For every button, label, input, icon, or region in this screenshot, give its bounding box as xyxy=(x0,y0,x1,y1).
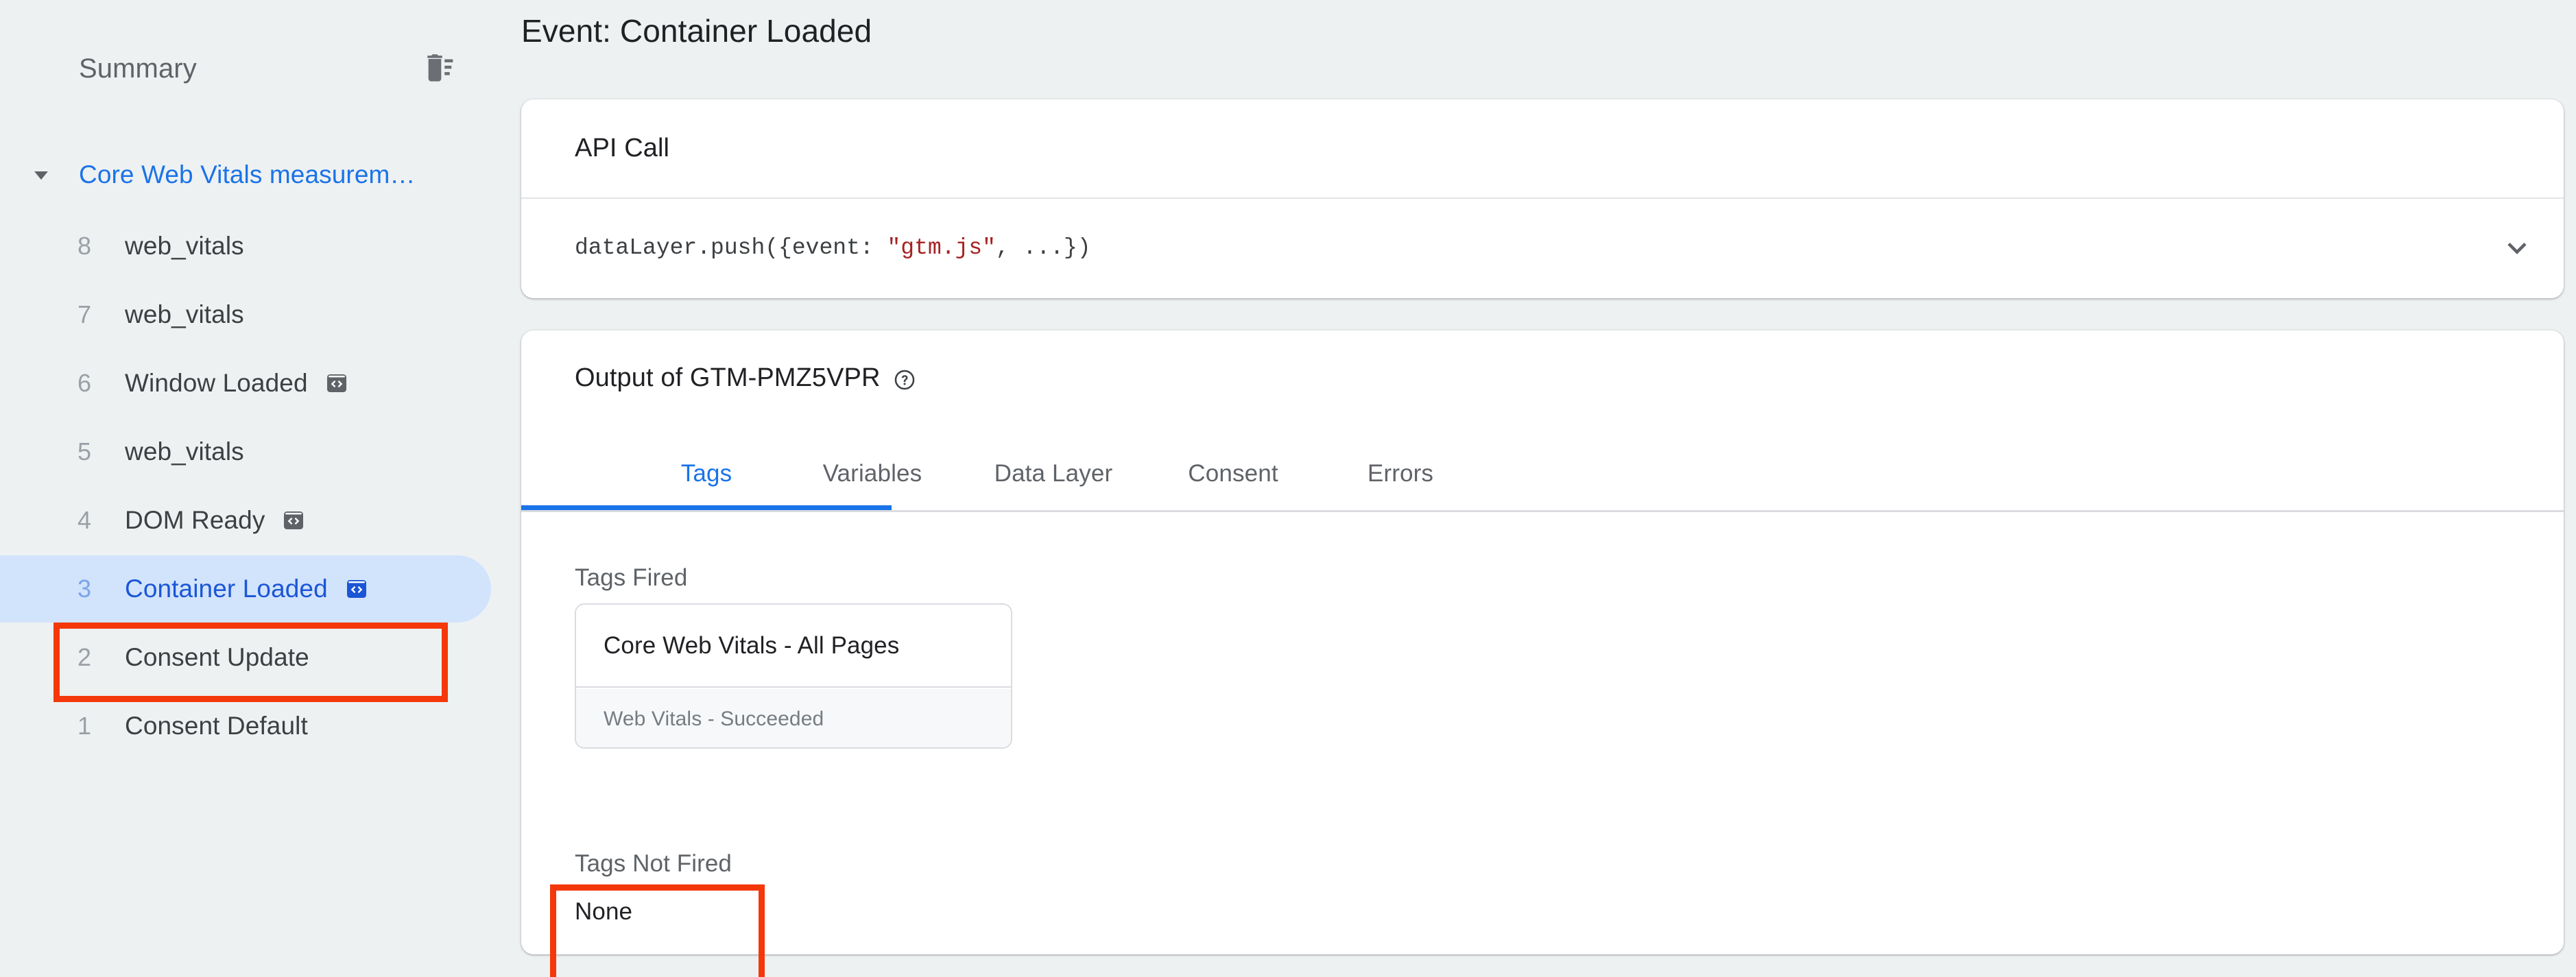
tags-fired-label: Tags Fired xyxy=(575,564,688,591)
event-group-label[interactable]: Core Web Vitals measurem… xyxy=(79,160,416,189)
api-call-code-suffix: , ...}) xyxy=(995,235,1091,261)
event-name[interactable]: Consent Default xyxy=(125,712,308,740)
api-call-row[interactable]: dataLayer.push({event: "gtm.js", ...}) xyxy=(521,199,2564,297)
event-row[interactable]: 2 Consent Update xyxy=(0,624,521,691)
event-row[interactable]: 3 Container Loaded xyxy=(0,555,521,623)
event-name[interactable]: web_vitals xyxy=(125,300,244,329)
summary-label[interactable]: Summary xyxy=(79,53,197,84)
caret-down-icon[interactable] xyxy=(21,163,62,186)
event-index: 7 xyxy=(77,300,92,328)
event-index: 1 xyxy=(77,712,92,740)
chevron-down-icon[interactable] xyxy=(2495,226,2539,270)
help-circle-icon[interactable] xyxy=(893,368,916,391)
api-call-title: API Call xyxy=(575,134,670,162)
event-sidebar: Summary Core Web Vitals measurem… 8 web_… xyxy=(0,0,521,977)
api-call-card-header: API Call xyxy=(521,99,2564,199)
output-card-title: Output of GTM-PMZ5VPR xyxy=(575,363,916,393)
api-call-code: dataLayer.push({event: "gtm.js", ...}) xyxy=(575,235,1091,261)
tab-label: Errors xyxy=(1367,459,1434,487)
event-row-highlight xyxy=(0,281,491,348)
sidebar-header: Summary xyxy=(0,38,521,99)
event-name[interactable]: DOM Ready xyxy=(125,506,265,535)
event-row[interactable]: 1 Consent Default xyxy=(0,692,521,760)
event-row[interactable]: 5 web_vitals xyxy=(0,418,521,485)
fired-tag-card[interactable]: Core Web Vitals - All Pages Web Vitals -… xyxy=(575,603,1012,749)
tags-not-fired-label: Tags Not Fired xyxy=(575,850,732,877)
event-name[interactable]: Window Loaded xyxy=(125,369,308,398)
api-call-code-string: "gtm.js" xyxy=(887,235,996,261)
event-group-row[interactable]: Core Web Vitals measurem… xyxy=(0,147,521,202)
event-index: 5 xyxy=(77,437,92,466)
code-icon xyxy=(280,507,307,534)
event-index: 4 xyxy=(77,506,92,534)
event-name[interactable]: web_vitals xyxy=(125,232,244,261)
event-row[interactable]: 8 web_vitals xyxy=(0,213,521,280)
event-name[interactable]: Consent Update xyxy=(125,643,309,672)
tags-panel: Tags Fired Core Web Vitals - All Pages W… xyxy=(521,514,2564,954)
fired-tag-status: Web Vitals - Succeeded xyxy=(576,689,1011,747)
api-call-code-prefix: dataLayer.push({event: xyxy=(575,235,887,261)
gtm-preview-screen: Summary Core Web Vitals measurem… 8 web_… xyxy=(0,0,2576,977)
event-index: 6 xyxy=(77,369,92,397)
code-icon xyxy=(323,370,350,397)
tab-errors[interactable]: Errors xyxy=(1215,437,1586,510)
event-row-highlight xyxy=(0,418,491,485)
event-name[interactable]: Container Loaded xyxy=(125,575,328,603)
tags-not-fired-value: None xyxy=(575,898,633,925)
event-index: 3 xyxy=(77,575,92,603)
event-index: 8 xyxy=(77,232,92,260)
output-card: Output of GTM-PMZ5VPR Tags Variables Data … xyxy=(521,330,2564,977)
event-index: 2 xyxy=(77,643,92,671)
api-call-card: API Call dataLayer.push({event: "gtm.js"… xyxy=(521,99,2564,298)
event-row[interactable]: 6 Window Loaded xyxy=(0,350,521,417)
fired-tag-name[interactable]: Core Web Vitals - All Pages xyxy=(576,605,1011,688)
output-tabstrip: Tags Variables Data Layer Consent Errors xyxy=(521,437,2564,512)
code-icon xyxy=(343,575,370,603)
output-card-title-text: Output of GTM-PMZ5VPR xyxy=(575,363,881,392)
event-name[interactable]: web_vitals xyxy=(125,437,244,466)
event-row[interactable]: 7 web_vitals xyxy=(0,281,521,348)
event-row-highlight xyxy=(0,213,491,280)
page-title: Event: Container Loaded xyxy=(521,13,872,49)
delete-sweep-icon[interactable] xyxy=(420,49,460,88)
event-row[interactable]: 4 DOM Ready xyxy=(0,487,521,554)
event-detail-pane: Event: Container Loaded API Call dataLay… xyxy=(521,0,2576,977)
